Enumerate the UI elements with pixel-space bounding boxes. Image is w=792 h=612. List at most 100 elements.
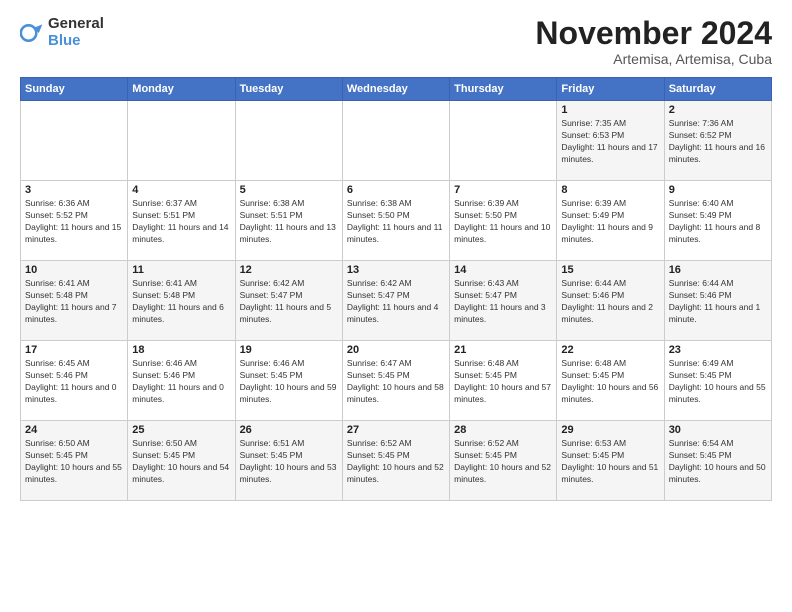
calendar-cell: 25Sunrise: 6:50 AM Sunset: 5:45 PM Dayli… — [128, 421, 235, 501]
header-thursday: Thursday — [450, 78, 557, 101]
day-info: Sunrise: 6:49 AM Sunset: 5:45 PM Dayligh… — [669, 358, 767, 406]
day-number: 23 — [669, 344, 767, 356]
day-info: Sunrise: 6:46 AM Sunset: 5:46 PM Dayligh… — [132, 358, 230, 406]
logo-text-block: General Blue — [48, 16, 104, 49]
calendar-subtitle: Artemisa, Artemisa, Cuba — [535, 51, 772, 67]
day-info: Sunrise: 6:36 AM Sunset: 5:52 PM Dayligh… — [25, 198, 123, 246]
calendar-cell: 7 Sunrise: 6:39 AM Sunset: 5:50 PM Daylig… — [450, 181, 557, 261]
header-friday: Friday — [557, 78, 664, 101]
header: General Blue November 2024 Artemisa, Art… — [20, 16, 772, 67]
day-info: Sunrise: 6:47 AM Sunset: 5:45 PM Dayligh… — [347, 358, 445, 406]
day-number: 5 — [240, 184, 338, 196]
calendar-cell: 4 Sunrise: 6:37 AM Sunset: 5:51 PM Daylig… — [128, 181, 235, 261]
calendar-cell: 15 Sunrise: 6:44 AM Sunset: 5:46 PM Dayli… — [557, 261, 664, 341]
calendar-cell: 12 Sunrise: 6:42 AM Sunset: 5:47 PM Dayli… — [235, 261, 342, 341]
day-number: 26 — [240, 424, 338, 436]
calendar-cell: 30 Sunrise: 6:54 AM Sunset: 5:45 PM Dayli… — [664, 421, 771, 501]
day-info: Sunrise: 6:46 AM Sunset: 5:45 PM Dayligh… — [240, 358, 338, 406]
day-info: Sunrise: 6:52 AM Sunset: 5:45 PM Dayligh… — [347, 438, 445, 486]
calendar-body: 1 Sunrise: 7:35 AM Sunset: 6:53 PM Daylig… — [21, 101, 772, 501]
calendar-cell — [450, 101, 557, 181]
calendar-cell: 19 Sunrise: 6:46 AM Sunset: 5:45 PM Dayli… — [235, 341, 342, 421]
calendar-week-0: 1 Sunrise: 7:35 AM Sunset: 6:53 PM Daylig… — [21, 101, 772, 181]
day-info: Sunrise: 6:37 AM Sunset: 5:51 PM Dayligh… — [132, 198, 230, 246]
day-number: 7 — [454, 184, 552, 196]
day-number: 24 — [25, 424, 123, 436]
day-info: Sunrise: 6:52 AM Sunset: 5:45 PM Dayligh… — [454, 438, 552, 486]
day-info: Sunrise: 6:43 AM Sunset: 5:47 PM Dayligh… — [454, 278, 552, 326]
day-number: 4 — [132, 184, 230, 196]
calendar-cell: 23 Sunrise: 6:49 AM Sunset: 5:45 PM Dayli… — [664, 341, 771, 421]
day-info: Sunrise: 6:51 AM Sunset: 5:45 PM Dayligh… — [240, 438, 338, 486]
day-number: 21 — [454, 344, 552, 356]
title-block: November 2024 Artemisa, Artemisa, Cuba — [535, 16, 772, 67]
header-sunday: Sunday — [21, 78, 128, 101]
header-tuesday: Tuesday — [235, 78, 342, 101]
header-saturday: Saturday — [664, 78, 771, 101]
day-info: Sunrise: 6:38 AM Sunset: 5:50 PM Dayligh… — [347, 198, 445, 246]
day-number: 2 — [669, 104, 767, 116]
day-info: Sunrise: 6:50 AM Sunset: 5:45 PM Dayligh… — [25, 438, 123, 486]
day-info: Sunrise: 6:41 AM Sunset: 5:48 PM Dayligh… — [25, 278, 123, 326]
day-number: 28 — [454, 424, 552, 436]
calendar-cell: 24 Sunrise: 6:50 AM Sunset: 5:45 PM Dayli… — [21, 421, 128, 501]
day-number: 19 — [240, 344, 338, 356]
calendar-cell: 8 Sunrise: 6:39 AM Sunset: 5:49 PM Daylig… — [557, 181, 664, 261]
day-info: Sunrise: 6:39 AM Sunset: 5:49 PM Dayligh… — [561, 198, 659, 246]
day-number: 6 — [347, 184, 445, 196]
day-info: Sunrise: 6:45 AM Sunset: 5:46 PM Dayligh… — [25, 358, 123, 406]
calendar-cell: 6 Sunrise: 6:38 AM Sunset: 5:50 PM Daylig… — [342, 181, 449, 261]
logo-general: General — [48, 16, 104, 33]
calendar-cell: 29 Sunrise: 6:53 AM Sunset: 5:45 PM Dayli… — [557, 421, 664, 501]
day-info: Sunrise: 6:54 AM Sunset: 5:45 PM Dayligh… — [669, 438, 767, 486]
calendar-cell: 10 Sunrise: 6:41 AM Sunset: 5:48 PM Dayli… — [21, 261, 128, 341]
day-info: Sunrise: 6:48 AM Sunset: 5:45 PM Dayligh… — [454, 358, 552, 406]
logo-blue: Blue — [48, 33, 104, 50]
calendar-week-3: 17 Sunrise: 6:45 AM Sunset: 5:46 PM Dayli… — [21, 341, 772, 421]
calendar-cell — [128, 101, 235, 181]
day-info: Sunrise: 6:44 AM Sunset: 5:46 PM Dayligh… — [561, 278, 659, 326]
logo: General Blue — [20, 16, 104, 49]
calendar-title: November 2024 — [535, 16, 772, 51]
calendar-table: Sunday Monday Tuesday Wednesday Thursday… — [20, 77, 772, 501]
day-info: Sunrise: 7:35 AM Sunset: 6:53 PM Dayligh… — [561, 118, 659, 166]
calendar-cell: 27 Sunrise: 6:52 AM Sunset: 5:45 PM Dayli… — [342, 421, 449, 501]
day-info: Sunrise: 6:42 AM Sunset: 5:47 PM Dayligh… — [240, 278, 338, 326]
day-info: Sunrise: 6:41 AM Sunset: 5:48 PM Dayligh… — [132, 278, 230, 326]
day-number: 27 — [347, 424, 445, 436]
calendar-cell — [235, 101, 342, 181]
day-number: 10 — [25, 264, 123, 276]
day-info: Sunrise: 6:38 AM Sunset: 5:51 PM Dayligh… — [240, 198, 338, 246]
day-info: Sunrise: 7:36 AM Sunset: 6:52 PM Dayligh… — [669, 118, 767, 166]
day-info: Sunrise: 6:42 AM Sunset: 5:47 PM Dayligh… — [347, 278, 445, 326]
day-number: 8 — [561, 184, 659, 196]
day-number: 25 — [132, 424, 230, 436]
calendar-header: Sunday Monday Tuesday Wednesday Thursday… — [21, 78, 772, 101]
day-info: Sunrise: 6:39 AM Sunset: 5:50 PM Dayligh… — [454, 198, 552, 246]
day-number: 15 — [561, 264, 659, 276]
day-number: 17 — [25, 344, 123, 356]
calendar-cell — [21, 101, 128, 181]
calendar-cell: 20 Sunrise: 6:47 AM Sunset: 5:45 PM Dayli… — [342, 341, 449, 421]
calendar-cell: 22Sunrise: 6:48 AM Sunset: 5:45 PM Dayli… — [557, 341, 664, 421]
page: General Blue November 2024 Artemisa, Art… — [0, 0, 792, 612]
day-number: 29 — [561, 424, 659, 436]
day-number: 1 — [561, 104, 659, 116]
calendar-cell: 16Sunrise: 6:44 AM Sunset: 5:46 PM Dayli… — [664, 261, 771, 341]
day-info: Sunrise: 6:40 AM Sunset: 5:49 PM Dayligh… — [669, 198, 767, 246]
day-number: 30 — [669, 424, 767, 436]
calendar-cell: 26 Sunrise: 6:51 AM Sunset: 5:45 PM Dayli… — [235, 421, 342, 501]
day-number: 20 — [347, 344, 445, 356]
day-number: 12 — [240, 264, 338, 276]
logo-icon — [20, 21, 44, 45]
calendar-cell: 1 Sunrise: 7:35 AM Sunset: 6:53 PM Daylig… — [557, 101, 664, 181]
day-number: 22 — [561, 344, 659, 356]
calendar-week-2: 10 Sunrise: 6:41 AM Sunset: 5:48 PM Dayli… — [21, 261, 772, 341]
day-number: 13 — [347, 264, 445, 276]
calendar-cell: 13 Sunrise: 6:42 AM Sunset: 5:47 PM Dayli… — [342, 261, 449, 341]
day-number: 3 — [25, 184, 123, 196]
day-info: Sunrise: 6:53 AM Sunset: 5:45 PM Dayligh… — [561, 438, 659, 486]
calendar-week-1: 3 Sunrise: 6:36 AM Sunset: 5:52 PM Daylig… — [21, 181, 772, 261]
calendar-cell: 14Sunrise: 6:43 AM Sunset: 5:47 PM Dayli… — [450, 261, 557, 341]
day-number: 16 — [669, 264, 767, 276]
